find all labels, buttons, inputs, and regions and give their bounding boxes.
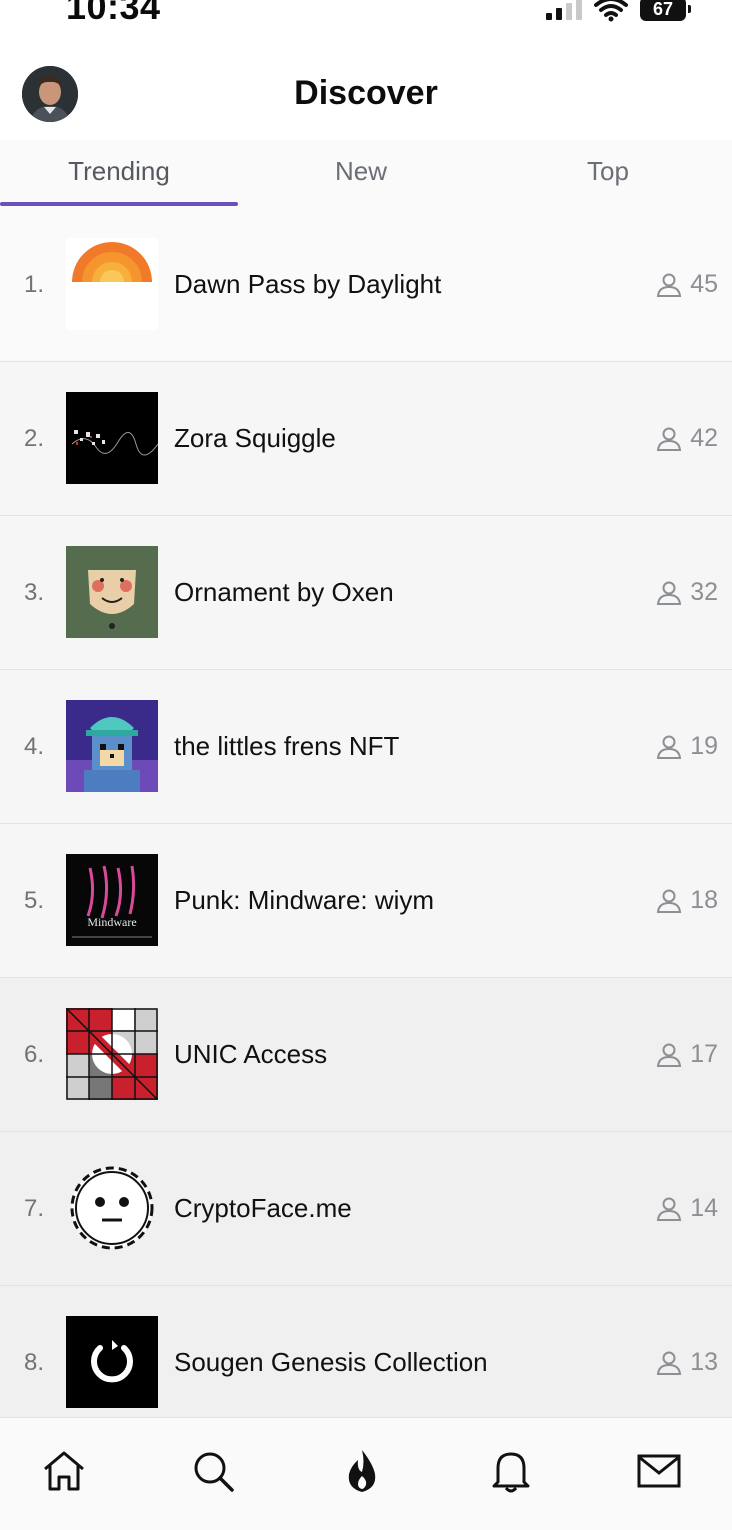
rank-number: 8. — [24, 1348, 45, 1376]
holders-count: 42 — [656, 424, 718, 453]
wifi-icon — [594, 0, 628, 22]
rank-number: 7. — [24, 1194, 45, 1222]
collection-thumbnail — [66, 700, 158, 792]
cellular-signal-icon — [546, 0, 582, 20]
holders-value: 13 — [690, 1348, 718, 1376]
tab-new[interactable]: New — [238, 140, 484, 208]
collection-name: UNIC Access — [174, 1039, 328, 1069]
person-icon — [657, 427, 682, 451]
holders-value: 19 — [690, 732, 718, 760]
collection-name: Zora Squiggle — [174, 423, 336, 453]
holders-count: 18 — [656, 886, 718, 915]
collection-name: Ornament by Oxen — [174, 577, 394, 607]
holders-count: 19 — [656, 732, 718, 761]
tab-top[interactable]: Top — [484, 140, 732, 208]
search-icon[interactable] — [188, 1446, 238, 1496]
tab-bar: Trending New Top — [0, 140, 732, 208]
thumbnail-text: Mindware — [87, 915, 136, 929]
rank-number: 4. — [24, 732, 45, 760]
holders-value: 17 — [690, 1040, 718, 1068]
list-item[interactable]: 2. Zora Squiggle 42 — [0, 362, 732, 516]
status-indicators: 67 — [546, 0, 691, 22]
person-icon — [657, 1043, 682, 1067]
status-bar: 10:34 67 — [0, 0, 732, 40]
holders-value: 18 — [690, 886, 718, 914]
collection-name: Sougen Genesis Collection — [174, 1347, 488, 1377]
person-icon — [657, 273, 682, 297]
battery-icon: 67 — [640, 0, 691, 21]
holders-count: 17 — [656, 1040, 718, 1069]
holders-count: 32 — [656, 578, 718, 607]
person-icon — [657, 1197, 682, 1221]
list-item[interactable]: 1. Dawn Pass by Daylight 45 — [0, 208, 732, 362]
holders-count: 14 — [656, 1194, 718, 1223]
holders-value: 32 — [690, 578, 718, 606]
holders-count: 45 — [656, 270, 718, 299]
page-title: Discover — [294, 74, 438, 112]
collection-name: Dawn Pass by Daylight — [174, 269, 442, 299]
rank-number: 5. — [24, 886, 45, 914]
tab-trending[interactable]: Trending — [0, 140, 238, 208]
status-time: 10:34 — [66, 0, 161, 27]
collection-name: the littles frens NFT — [174, 731, 400, 761]
collection-thumbnail — [66, 1008, 158, 1100]
list-item[interactable]: 4. the littles frens NFT 19 — [0, 670, 732, 824]
person-icon — [657, 581, 682, 605]
holders-value: 45 — [690, 270, 718, 298]
header: Discover — [0, 56, 732, 136]
person-icon — [657, 889, 682, 913]
collection-name: CryptoFace.me — [174, 1193, 352, 1223]
collection-thumbnail: Mindware — [66, 854, 158, 946]
battery-level: 67 — [652, 0, 674, 19]
person-icon — [657, 735, 682, 759]
holders-count: 13 — [656, 1348, 718, 1377]
mail-icon[interactable] — [634, 1446, 684, 1496]
list-item[interactable]: 7. CryptoFace.me 14 — [0, 1132, 732, 1286]
bell-icon[interactable] — [486, 1446, 536, 1496]
rank-number: 6. — [24, 1040, 45, 1068]
holders-value: 42 — [690, 424, 718, 452]
holders-value: 14 — [690, 1194, 718, 1222]
home-icon[interactable] — [39, 1446, 89, 1496]
collection-thumbnail — [66, 238, 158, 330]
list-item[interactable]: 3. Ornament by Oxen 32 — [0, 516, 732, 670]
collection-name: Punk: Mindware: wiym — [174, 885, 435, 915]
trending-list: 1. Dawn Pass by Daylight 45 2. Zora Squi… — [0, 208, 732, 1440]
rank-number: 1. — [24, 270, 45, 298]
list-item[interactable]: 5. Mindware Punk: Mindware: wiym 18 — [0, 824, 732, 978]
collection-thumbnail — [66, 1162, 158, 1254]
person-icon — [657, 1351, 682, 1375]
rank-number: 3. — [24, 578, 45, 606]
collection-thumbnail — [66, 1316, 158, 1408]
bottom-nav — [0, 1417, 732, 1530]
collection-thumbnail — [66, 546, 158, 638]
collection-thumbnail — [66, 392, 158, 484]
list-item[interactable]: 6. UNIC Access 17 — [0, 978, 732, 1132]
flame-icon[interactable] — [337, 1446, 387, 1496]
rank-number: 2. — [24, 424, 45, 452]
